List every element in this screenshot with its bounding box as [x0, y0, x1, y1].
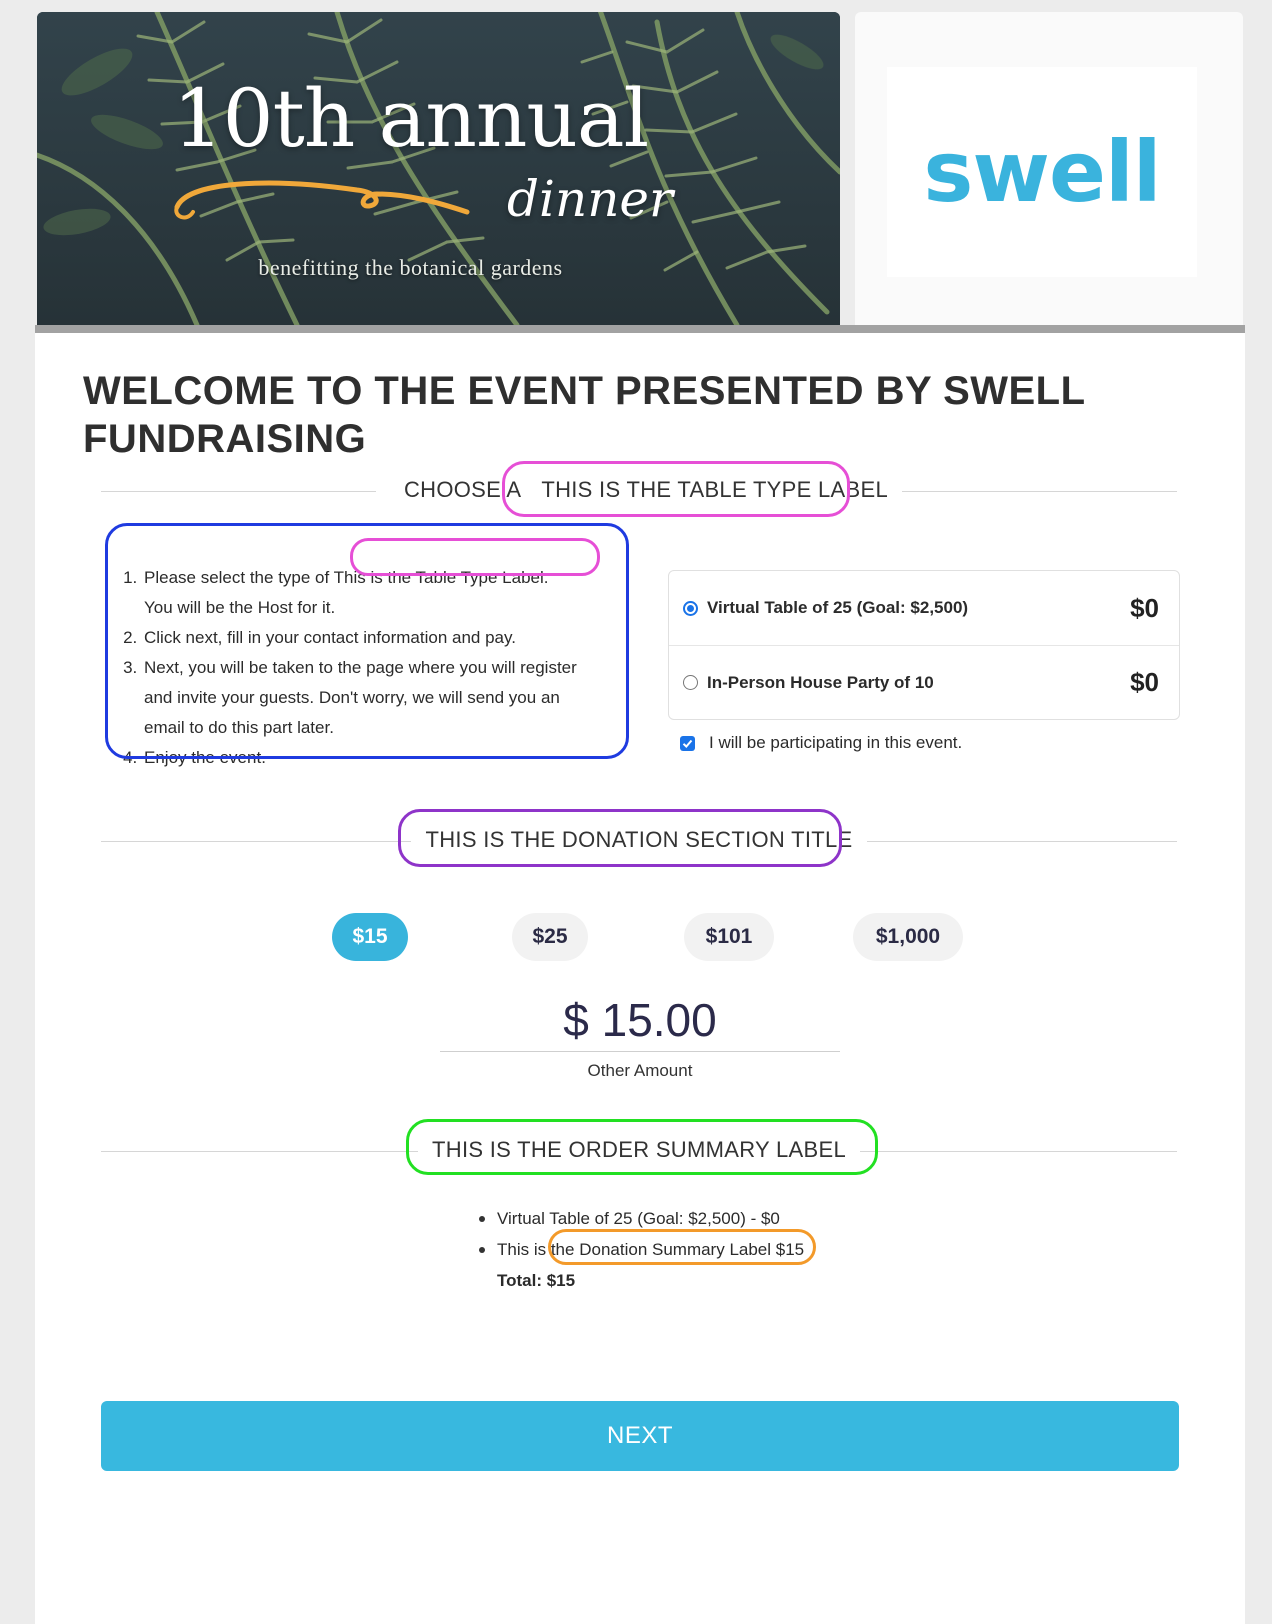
participating-label: I will be participating in this event.	[709, 733, 963, 752]
logo-card: swell	[855, 12, 1243, 325]
step-item: Click next, fill in your contact informa…	[142, 623, 590, 653]
amount-button-101[interactable]: $101	[684, 913, 774, 961]
banner-subtitle: benefitting the botanical gardens	[258, 255, 563, 280]
step1-prefix: Please select the type of	[144, 568, 330, 587]
step-item: Next, you will be taken to the page wher…	[142, 653, 590, 743]
option-label: In-Person House Party of 10	[707, 672, 934, 692]
order-summary-title: THIS IS THE ORDER SUMMARY LABEL	[101, 1137, 1177, 1163]
step1-label: This is the Table Type Label.	[333, 568, 549, 587]
banner-script-text: dinner	[507, 170, 673, 228]
summary-item: Virtual Table of 25 (Goal: $2,500) - $0	[475, 1203, 804, 1234]
check-icon	[682, 739, 693, 748]
summary-prefix: This is the	[497, 1240, 575, 1259]
other-amount-label: Other Amount	[587, 1061, 693, 1080]
registration-card: WELCOME TO THE EVENT PRESENTED BY SWELL …	[35, 333, 1245, 1624]
banner-title: 10th annual	[172, 72, 649, 165]
option-virtual-table[interactable]: Virtual Table of 25 (Goal: $2,500) $0	[669, 571, 1179, 645]
step1-suffix: You will be the Host for it.	[144, 598, 336, 617]
option-house-party[interactable]: In-Person House Party of 10 $0	[669, 645, 1179, 719]
table-type-label: THIS IS THE TABLE TYPE LABEL	[541, 477, 889, 502]
header-divider	[35, 325, 1245, 333]
option-label: Virtual Table of 25 (Goal: $2,500)	[707, 598, 969, 617]
next-button[interactable]: NEXT	[101, 1401, 1179, 1471]
summary-item: This is the Donation Summary Label $15	[475, 1234, 804, 1265]
swell-logo: swell	[887, 67, 1197, 277]
page-title: WELCOME TO THE EVENT PRESENTED BY SWELL …	[83, 369, 1085, 461]
option-price: $0	[1130, 592, 1159, 623]
table-section-title: CHOOSE A THIS IS THE TABLE TYPE LABEL	[101, 477, 1177, 503]
participating-checkbox[interactable]	[680, 735, 695, 751]
table-options: Virtual Table of 25 (Goal: $2,500) $0 In…	[668, 570, 1180, 720]
logo-text: swell	[923, 123, 1161, 221]
radio-virtual-table[interactable]	[683, 600, 698, 616]
amount-underline	[440, 1051, 840, 1052]
event-banner: 10th annual dinner benefitting the botan…	[37, 12, 840, 325]
step-item: Please select the type of This is the Ta…	[142, 563, 590, 623]
radio-house-party[interactable]	[683, 675, 698, 690]
amount-button-15[interactable]: $15	[332, 913, 408, 961]
donation-section-title: THIS IS THE DONATION SECTION TITLE	[101, 827, 1177, 853]
step-item: Enjoy the event.	[142, 743, 590, 773]
instructions-list: Please select the type of This is the Ta…	[120, 563, 590, 773]
order-summary: Virtual Table of 25 (Goal: $2,500) - $0 …	[475, 1203, 804, 1296]
other-amount-input[interactable]: $ 15.00	[440, 993, 840, 1047]
option-price: $0	[1130, 667, 1159, 697]
amount-button-1000[interactable]: $1,000	[853, 913, 963, 961]
donation-summary-label: Donation Summary Label $15	[579, 1240, 805, 1259]
table-title-prefix: CHOOSE A	[389, 477, 536, 502]
amount-button-25[interactable]: $25	[512, 913, 588, 961]
participating-row[interactable]: I will be participating in this event.	[680, 733, 962, 753]
summary-total: Total: $15	[497, 1271, 576, 1290]
